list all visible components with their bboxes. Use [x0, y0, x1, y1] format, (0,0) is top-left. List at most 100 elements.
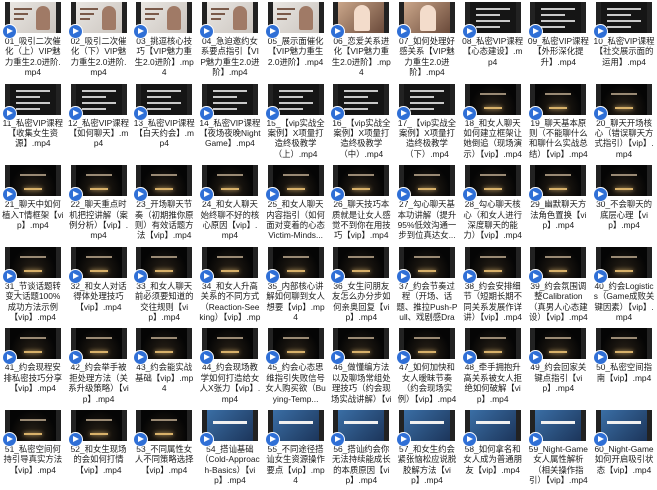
file-item[interactable]: 10_私密VIP课程【社交展示面的运用】.mp4 [591, 0, 657, 82]
play-badge-icon [461, 268, 477, 284]
file-name: 19_聊天基本原则（不能聊什么和聊什么实战总结）【vip】.mp4 [529, 117, 588, 159]
file-item[interactable]: 57_和女生约会紧张恼松应说脱胶解方法【vip】.mp4 [394, 408, 460, 490]
file-item[interactable]: 37_约会节奏过程（开场、话题、推拉Push-Pull、戏剧感Drama... [394, 245, 460, 327]
file-item[interactable]: 51_私密空间何持引导真实方法【vip】.mp4 [0, 408, 66, 490]
file-item[interactable]: 32_和女人对话得体处理技巧【vip】.mp4 [66, 245, 132, 327]
file-item[interactable]: 40_约会Logistics（Game成败关键因素）【vip】.mp4 [591, 245, 657, 327]
play-badge-icon [264, 187, 280, 203]
file-grid: 01_吸引二次催化（上）VIP魅力重生2.0进阶.mp4 02_吸引二次催化（下）… [0, 0, 657, 490]
thumbnail-frame [338, 165, 385, 197]
file-name: 34_和女人升高关系的不同方式（Reaction-Seeking）【vip】.m… [199, 280, 261, 323]
thumbnail-frame [338, 246, 385, 278]
file-item[interactable]: 16_【vip实战全案例】X项量打造终极教学（中）.mp4 [328, 82, 394, 164]
file-item[interactable]: 46_做懂编方法以及聊场常组处理技巧（约会现场实战讲解）【vip... [328, 326, 394, 408]
file-name: 20_聊天开场核心（错误聊天方式指引）【vip】.mp4 [594, 117, 654, 159]
file-item[interactable]: 05_展示面催化【VIP魅力重生2.0进阶】.mp4 [263, 0, 329, 82]
file-item[interactable]: 50_私密空间指南【vip】.mp4 [591, 326, 657, 408]
file-item[interactable]: 17_【vip实战全案例】X项量打造终极教学（下）.mp4 [394, 82, 460, 164]
play-badge-icon [199, 431, 215, 447]
file-item[interactable]: 15_【vip实战全案例】X项量打造终极教学（上）.mp4 [263, 82, 329, 164]
file-name: 40_约会Logistics（Game成败关键因素）【vip】.mp4 [593, 280, 655, 322]
thumbnail-frame [601, 83, 648, 115]
file-item[interactable]: 12_私密VIP课程【如何聊天】.mp4 [66, 82, 132, 164]
thumbnail-frame [403, 83, 450, 115]
file-name: 14_私密VIP课程【夜场夜晚NightGame】.mp4 [199, 117, 261, 149]
file-name: 16_【vip实战全案例】X项量打造终极教学（中）.mp4 [332, 117, 391, 159]
file-item[interactable]: 08_私密VIP课程【心态建设】.mp4 [460, 0, 526, 82]
file-name: 11_私密VIP课程【收集女生资源】.mp4 [2, 117, 64, 149]
file-item[interactable]: 09_私密VIP课程【外形深化提升】.mp4 [526, 0, 592, 82]
file-item[interactable]: 34_和女人升高关系的不同方式（Reaction-Seeking）【vip】.m… [197, 245, 263, 327]
file-name: 02_吸引二次催化（下）VIP魅力重生2.0进阶.mp4 [70, 36, 127, 78]
thumbnail-frame [403, 328, 450, 360]
file-item[interactable]: 38_约会安排细节（短期长期不同关系发展作详讲）【vip】.mp4 [460, 245, 526, 327]
file-item[interactable]: 14_私密VIP课程【夜场夜晚NightGame】.mp4 [197, 82, 263, 164]
file-name: 04_急迫邀约女系要点指引【VIP魅力重生2.0进阶】.mp4 [200, 36, 260, 78]
file-name: 43_约会能实战基础【vip】.mp4 [135, 362, 194, 394]
file-item[interactable]: 06_恋爱关系进化【VIP魅力重生2.0进阶】.mp4 [328, 0, 394, 82]
file-item[interactable]: 03_挑逗核心技巧【VIP魅力重生2.0进阶】.mp4 [131, 0, 197, 82]
file-name: 10_私密VIP课程【社交展示面的运用】.mp4 [593, 36, 655, 67]
file-item[interactable]: 20_聊天开场核心（错误聊天方式指引）【vip】.mp4 [591, 82, 657, 164]
file-item[interactable]: 29_幽默聊天方法角色置换【vip】.mp4 [526, 163, 592, 245]
file-item[interactable]: 49_约会回家关键点指引【vip】.mp4 [526, 326, 592, 408]
file-item[interactable]: 27_勾心聊天基本功讲解（提升95%低效沟通一步到位真达女... [394, 163, 460, 245]
file-item[interactable]: 07_如何处理好感关系【VIP魅力重生2.0进阶】.mp4 [394, 0, 460, 82]
file-item[interactable]: 52_和女生现场的会如何打情【vip】.mp4 [66, 408, 132, 490]
file-item[interactable]: 31_节谈话题转变大话题100%成功方法示例【vip】.mp4 [0, 245, 66, 327]
file-name: 52_和女生现场的会如何打情【vip】.mp4 [70, 443, 127, 475]
file-item[interactable]: 58_如何拿名和女人成为普通朋友【vip】.mp4 [460, 408, 526, 490]
thumbnail-frame [601, 328, 648, 360]
thumbnail-frame [601, 409, 648, 441]
file-item[interactable]: 47_如何加快和女人暧昧节奏（约会现场实例）【vip】.mp4 [394, 326, 460, 408]
file-name: 50_私密空间指南【vip】.mp4 [596, 362, 652, 383]
file-item[interactable]: 60_Night-Game如何开启吸引状态【vip】.mp4 [591, 408, 657, 490]
thumbnail-frame [403, 165, 450, 197]
file-item[interactable]: 25_和女人聊天内容指引（如何面对变着的心态Victim-Minds... [263, 163, 329, 245]
file-item[interactable]: 02_吸引二次催化（下）VIP魅力重生2.0进阶.mp4 [66, 0, 132, 82]
play-badge-icon [527, 431, 543, 447]
file-item[interactable]: 36_女生问朋友友怎么办分步如何亲奥回复【vip】.mp4 [328, 245, 394, 327]
file-name: 24_和女人聊天始终聊不好的核心原因【vip】.mp4 [200, 199, 260, 241]
file-item[interactable]: 54_搭讪基础（Cold-Approach-Basics）【vip】.mp4 [197, 408, 263, 490]
file-name: 44_约会现场教学如何打造给女人X张力【vip】.mp4 [199, 362, 261, 404]
file-item[interactable]: 18_和女人聊天如何建立框架让她倒追（现场演示）【vip】.mp4 [460, 82, 526, 164]
file-item[interactable]: 33_和女人聊天前必须要知道的交往规则【vip】.mp4 [131, 245, 197, 327]
file-item[interactable]: 42_约会举手被拒处理方法（关系升级策略）【vip】.mp4 [66, 326, 132, 408]
thumbnail-frame [338, 83, 385, 115]
file-item[interactable]: 41_约会现程安排私密技巧分享【vip】.mp4 [0, 326, 66, 408]
play-badge-icon [461, 187, 477, 203]
file-name: 57_和女生约会紧张恼松应说脱胶解方法【vip】.mp4 [397, 443, 457, 486]
play-badge-icon [2, 105, 17, 121]
file-item[interactable]: 22_聊天重点时机把控讲解（案例分析）【vip】.mp4 [66, 163, 132, 245]
file-item[interactable]: 01_吸引二次催化（上）VIP魅力重生2.0进阶.mp4 [0, 0, 66, 82]
file-name: 58_如何拿名和女人成为普通朋友【vip】.mp4 [463, 443, 522, 475]
file-item[interactable]: 55_不同途径搭讪女生资源操作要点【vip】.mp4 [263, 408, 329, 490]
file-item[interactable]: 04_急迫邀约女系要点指引【VIP魅力重生2.0进阶】.mp4 [197, 0, 263, 82]
file-item[interactable]: 11_私密VIP课程【收集女生资源】.mp4 [0, 82, 66, 164]
file-item[interactable]: 19_聊天基本原则（不能聊什么和聊什么实战总结）【vip】.mp4 [526, 82, 592, 164]
play-badge-icon [461, 105, 477, 121]
play-badge-icon [593, 105, 609, 121]
file-item[interactable]: 44_约会现场教学如何打造给女人X张力【vip】.mp4 [197, 326, 263, 408]
thumbnail-frame [141, 328, 188, 360]
file-item[interactable]: 53_不同属性女人不同策略选择【vip】.mp4 [131, 408, 197, 490]
file-name: 60_Night-Game如何开启吸引状态【vip】.mp4 [594, 443, 654, 475]
file-item[interactable]: 13_私密VIP课程【白天约会】.mp4 [131, 82, 197, 164]
file-item[interactable]: 43_约会能实战基础【vip】.mp4 [131, 326, 197, 408]
file-item[interactable]: 48_牵手拥抱升高关系被女人拒绝如何破解【vip】.mp4 [460, 326, 526, 408]
play-badge-icon [264, 268, 280, 284]
file-item[interactable]: 35_内部核心讲解如何聊到女人想要【vip】.mp4 [263, 245, 329, 327]
thumbnail-frame [601, 246, 648, 278]
file-item[interactable]: 23_开场聊天节奏（初期推你原则）有效话题方法【vip】.mp4 [131, 163, 197, 245]
file-item[interactable]: 45_约会心态思维指引失败信号女人购买欲（Buying-Temp... [263, 326, 329, 408]
file-item[interactable]: 24_和女人聊天始终聊不好的核心原因【vip】.mp4 [197, 163, 263, 245]
file-item[interactable]: 21_聊天中如何植入T情框架【vip】.mp4 [0, 163, 66, 245]
file-name: 07_如何处理好感关系【VIP魅力重生2.0进阶】.mp4 [399, 36, 455, 78]
file-item[interactable]: 26_聊天技巧本质就是让女人感觉不到你在用技巧【vip】.mp4 [328, 163, 394, 245]
file-item[interactable]: 30_不会聊天的底层心理【vip】.mp4 [591, 163, 657, 245]
file-item[interactable]: 59_Night-Game女人属性解析（相关操作指引）【vip】.mp4 [526, 408, 592, 490]
file-item[interactable]: 28_勾心聊天核心（和女人进行深度聊天的能力）【vip】.mp4 [460, 163, 526, 245]
file-item[interactable]: 56_搭讪约会你无法持续能成长的本质原因【vip】.mp4 [328, 408, 394, 490]
file-item[interactable]: 39_约会氛围调整Calibration（真男人心态建设）【vip】.mp4 [526, 245, 592, 327]
